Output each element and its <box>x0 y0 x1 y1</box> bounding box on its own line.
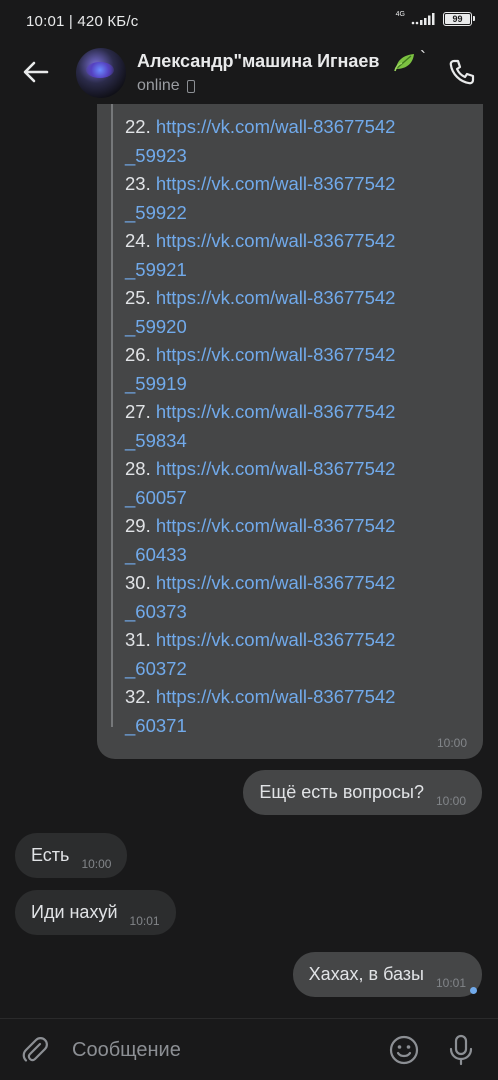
leaf-emoji-icon <box>394 54 414 72</box>
battery-level: 99 <box>452 14 463 24</box>
avatar[interactable] <box>76 48 126 98</box>
smiley-icon <box>389 1035 419 1065</box>
unread-indicator <box>470 987 477 994</box>
message-text: Ещё есть вопросы? <box>259 782 424 802</box>
emoji-button[interactable] <box>387 1033 421 1067</box>
link-number: 29. <box>125 515 151 536</box>
message-text: Есть <box>31 845 70 865</box>
link-item: 30. https://vk.com/wall-83677542 _60373 <box>125 569 445 626</box>
battery-icon: 99 <box>443 12 475 26</box>
link-item: 32. https://vk.com/wall-83677542 _60371 <box>125 683 445 740</box>
link-item: 24. https://vk.com/wall-83677542 _59921 <box>125 227 445 284</box>
link-url[interactable]: https://vk.com/wall-83677542 <box>156 572 396 593</box>
message-time: 10:00 <box>81 856 112 871</box>
network-type-label: 4G <box>395 10 405 18</box>
link-item: 28. https://vk.com/wall-83677542 _60057 <box>125 455 445 512</box>
link-url[interactable]: https://vk.com/wall-83677542 <box>156 686 396 707</box>
back-button[interactable] <box>18 54 54 90</box>
link-url[interactable]: https://vk.com/wall-83677542 <box>156 515 396 536</box>
status-bar: 10:01 | 420 КБ/с 4G 99 <box>0 0 498 42</box>
link-url-cont[interactable]: _59921 <box>125 259 187 280</box>
link-url-cont[interactable]: _59920 <box>125 316 187 337</box>
arrow-left-icon <box>23 61 49 83</box>
message-text: Иди нахуй <box>31 902 118 922</box>
phone-icon <box>449 59 475 85</box>
link-url[interactable]: https://vk.com/wall-83677542 <box>156 173 396 194</box>
contact-status: online <box>137 77 195 95</box>
incoming-message[interactable]: Есть 10:00 <box>15 833 128 878</box>
attach-button[interactable] <box>18 1033 52 1067</box>
outgoing-message[interactable]: Ещё есть вопросы? 10:00 <box>243 770 482 815</box>
link-url[interactable]: https://vk.com/wall-83677542 <box>156 230 396 251</box>
link-item: 26. https://vk.com/wall-83677542 _59919 <box>125 341 445 398</box>
link-number: 32. <box>125 686 151 707</box>
contact-name[interactable]: Александр"машина Игнаев <box>137 51 379 72</box>
name-suffix: ` <box>420 48 426 68</box>
link-number: 25. <box>125 287 151 308</box>
link-url-cont[interactable]: _60372 <box>125 658 187 679</box>
link-url-cont[interactable]: _59834 <box>125 430 187 451</box>
link-url[interactable]: https://vk.com/wall-83677542 <box>156 287 396 308</box>
message-time: 10:00 <box>435 793 466 808</box>
link-number: 23. <box>125 173 151 194</box>
link-item: 27. https://vk.com/wall-83677542 _59834 <box>125 398 445 455</box>
link-number: 24. <box>125 230 151 251</box>
link-number: 30. <box>125 572 151 593</box>
link-item: 23. https://vk.com/wall-83677542 _59922 <box>125 170 445 227</box>
link-url[interactable]: https://vk.com/wall-83677542 <box>156 401 396 422</box>
outgoing-message-links[interactable]: 22. https://vk.com/wall-83677542 _59923 2… <box>97 104 483 759</box>
signal-icon <box>411 13 435 25</box>
link-url-cont[interactable]: _59923 <box>125 145 187 166</box>
message-input[interactable] <box>72 1033 362 1067</box>
message-time: 10:01 <box>435 975 466 990</box>
microphone-icon <box>449 1034 473 1066</box>
link-number: 31. <box>125 629 151 650</box>
message-text: Хахах, в базы <box>308 964 424 984</box>
quote-line <box>111 104 113 727</box>
voice-message-button[interactable] <box>444 1033 478 1067</box>
paperclip-icon <box>22 1037 48 1062</box>
message-time: 10:00 <box>436 736 467 750</box>
chat-header: Александр"машина Игнаев ` online <box>0 42 498 104</box>
outgoing-message[interactable]: Хахах, в базы 10:01 <box>292 952 482 997</box>
link-url-cont[interactable]: _60373 <box>125 601 187 622</box>
link-url-cont[interactable]: _60433 <box>125 544 187 565</box>
link-item: 25. https://vk.com/wall-83677542 _59920 <box>125 284 445 341</box>
status-icons: 4G 99 <box>395 10 475 26</box>
link-url[interactable]: https://vk.com/wall-83677542 <box>156 629 396 650</box>
message-time: 10:01 <box>129 913 160 928</box>
link-item: 29. https://vk.com/wall-83677542 _60433 <box>125 512 445 569</box>
link-url[interactable]: https://vk.com/wall-83677542 <box>156 344 396 365</box>
link-list: 22. https://vk.com/wall-83677542 _59923 2… <box>125 113 445 740</box>
link-number: 28. <box>125 458 151 479</box>
status-time-speed: 10:01 | 420 КБ/с <box>26 13 139 30</box>
online-status: online <box>137 77 180 94</box>
mobile-device-icon <box>186 79 195 93</box>
link-url-cont[interactable]: _59922 <box>125 202 187 223</box>
message-composer <box>0 1018 498 1080</box>
link-item: 31. https://vk.com/wall-83677542 _60372 <box>125 626 445 683</box>
link-url-cont[interactable]: _60371 <box>125 715 187 736</box>
call-button[interactable] <box>444 54 480 90</box>
link-url[interactable]: https://vk.com/wall-83677542 <box>156 116 396 137</box>
link-url[interactable]: https://vk.com/wall-83677542 <box>156 458 396 479</box>
link-number: 22. <box>125 116 151 137</box>
message-list[interactable]: 22. https://vk.com/wall-83677542 _59923 2… <box>0 104 498 1018</box>
link-url-cont[interactable]: _60057 <box>125 487 187 508</box>
link-number: 26. <box>125 344 151 365</box>
incoming-message[interactable]: Иди нахуй 10:01 <box>15 890 176 935</box>
link-url-cont[interactable]: _59919 <box>125 373 187 394</box>
link-number: 27. <box>125 401 151 422</box>
link-item: 22. https://vk.com/wall-83677542 _59923 <box>125 113 445 170</box>
